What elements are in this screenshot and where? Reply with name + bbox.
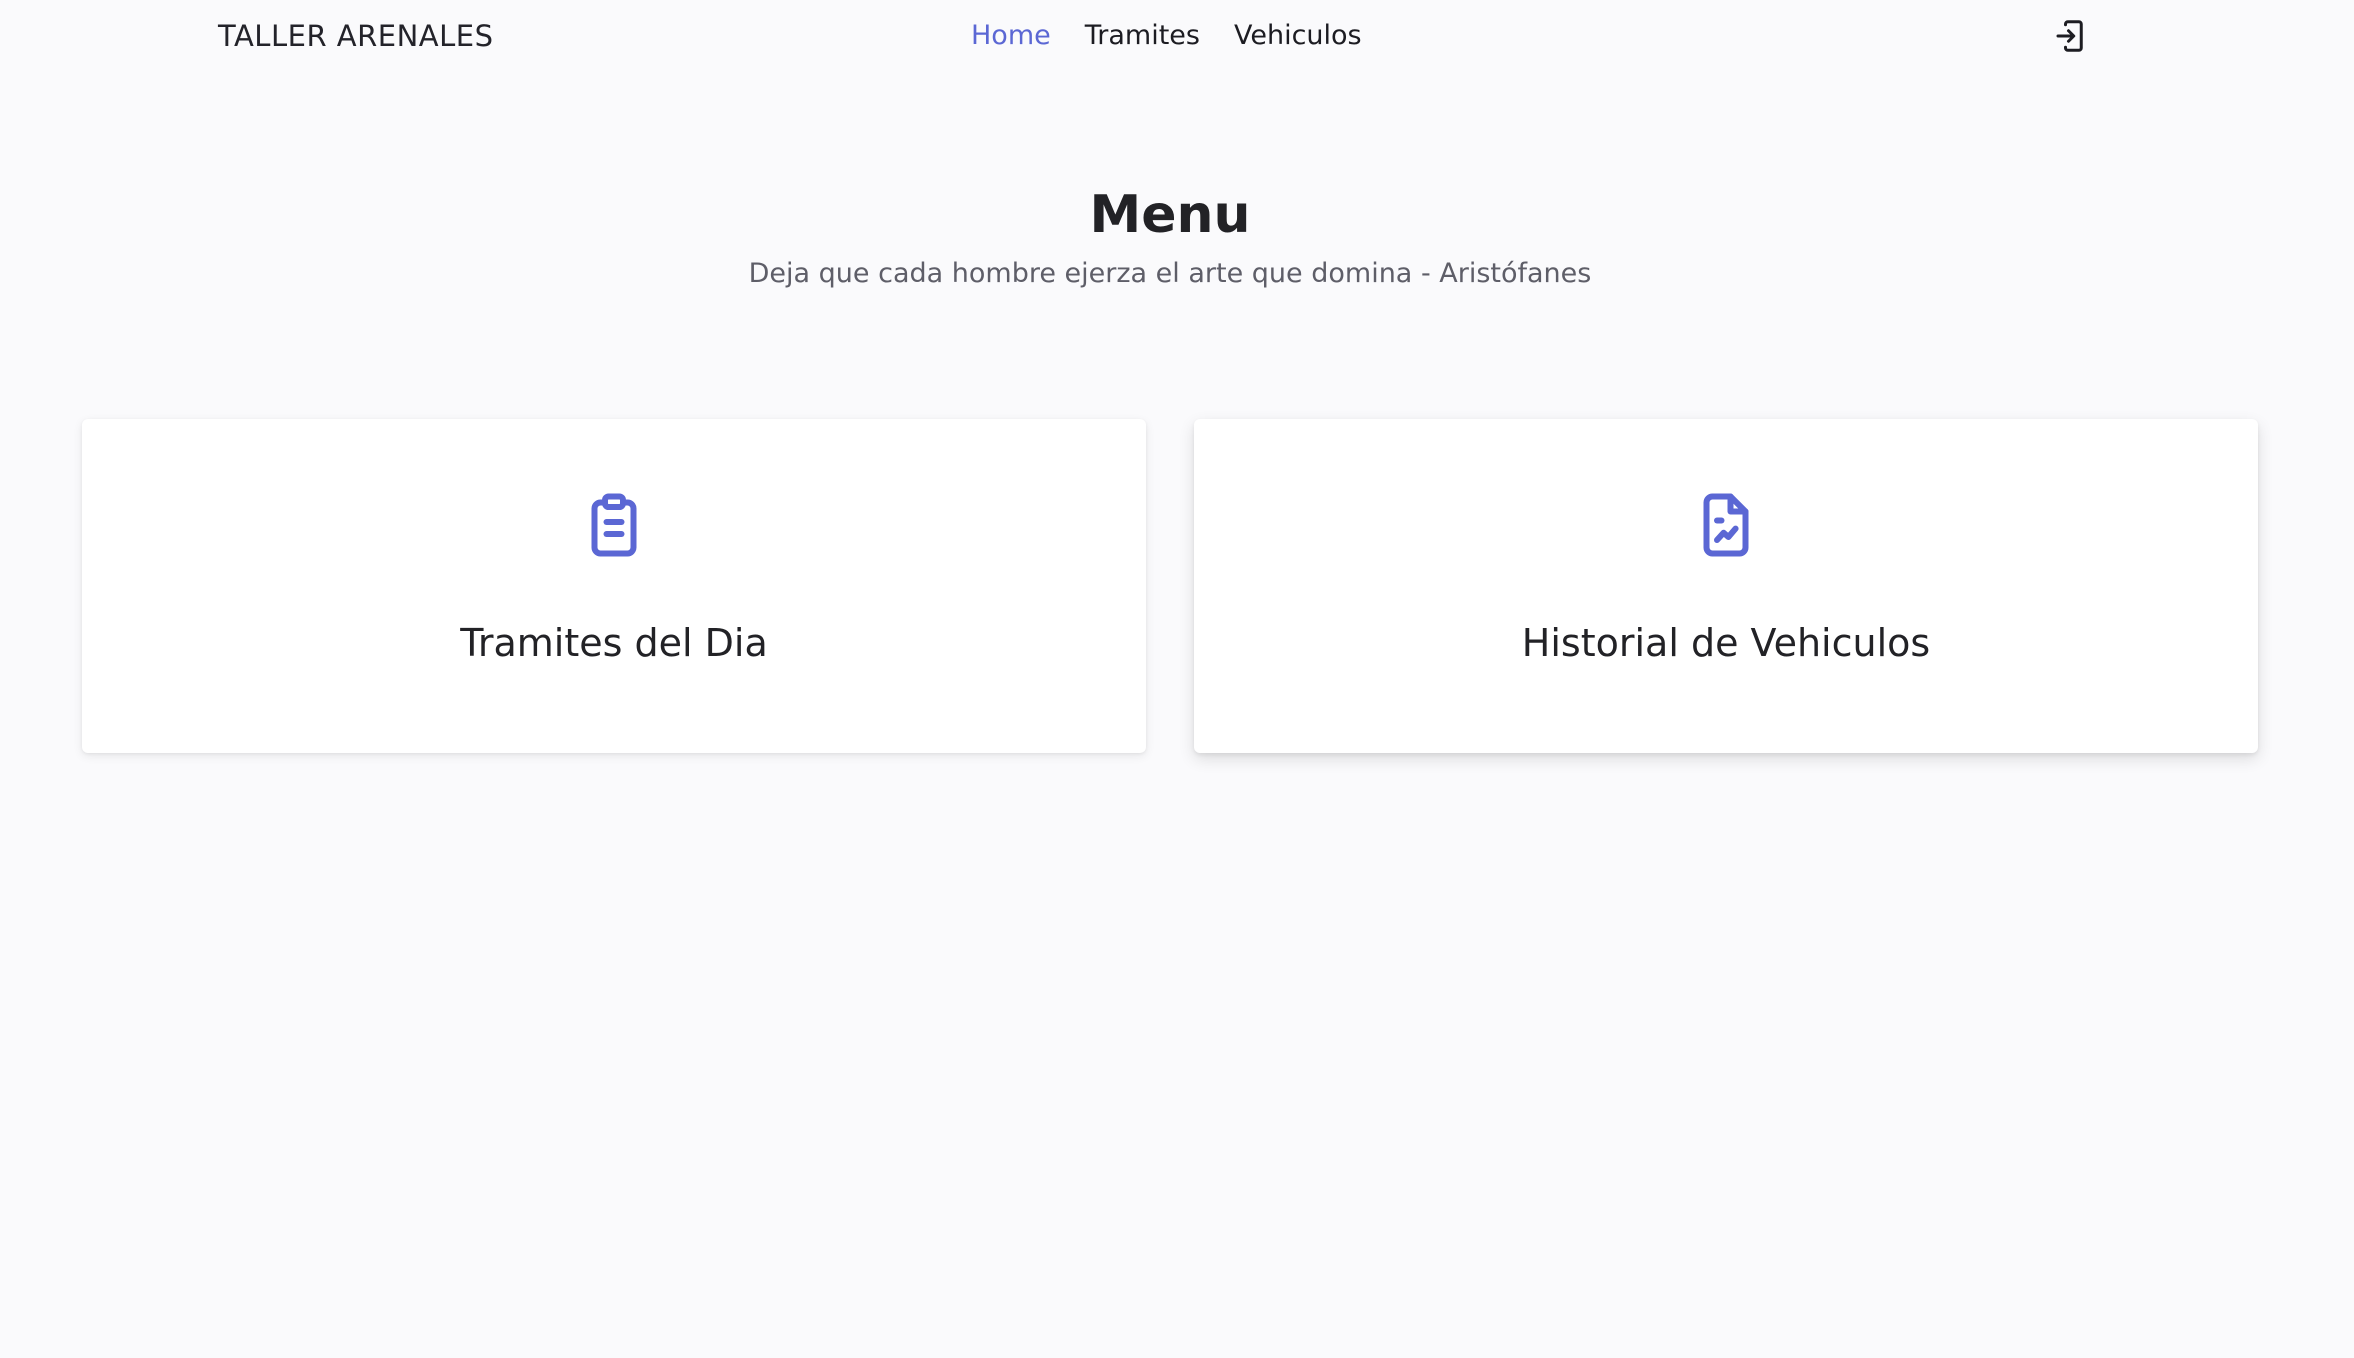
card-title: Tramites del Dia [460, 621, 768, 665]
logout-icon[interactable] [2052, 18, 2088, 54]
page-subtitle: Deja que cada hombre ejerza el arte que … [748, 258, 1592, 289]
card-tramites-del-dia[interactable]: Tramites del Dia [82, 419, 1146, 753]
navbar: TALLER ARENALES Home Tramites Vehiculos [0, 0, 2354, 72]
nav-link-tramites[interactable]: Tramites [1085, 18, 1200, 54]
brand-logo-text[interactable]: TALLER ARENALES [218, 18, 494, 54]
nav-links: Home Tramites Vehiculos [971, 18, 1362, 54]
clipboard-list-icon [578, 489, 650, 561]
card-historial-de-vehiculos[interactable]: Historial de Vehiculos [1194, 419, 2258, 753]
nav-link-home[interactable]: Home [971, 18, 1051, 54]
file-chart-icon [1690, 489, 1762, 561]
hero-section: Menu Deja que cada hombre ejerza el arte… [0, 180, 2340, 292]
nav-link-vehiculos[interactable]: Vehiculos [1234, 18, 1362, 54]
page-title: Menu [1089, 185, 1251, 245]
card-title: Historial de Vehiculos [1521, 621, 1931, 665]
